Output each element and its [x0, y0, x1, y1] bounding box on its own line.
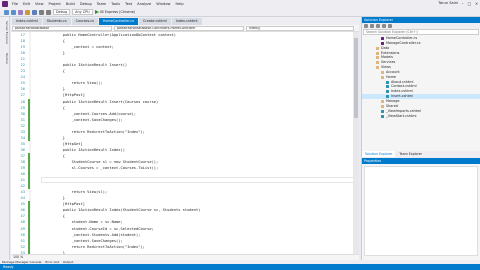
- file-icon: [381, 37, 384, 40]
- back-icon[interactable]: [4, 9, 9, 15]
- menu-project[interactable]: Project: [49, 2, 61, 6]
- toolbox-tab[interactable]: Toolbox: [1, 53, 9, 64]
- change-marker: [28, 98, 30, 141]
- maximize-icon[interactable]: □: [467, 1, 472, 6]
- folder-icon: [376, 66, 379, 70]
- file-icon: [381, 109, 384, 113]
- menu-team[interactable]: Team: [97, 2, 107, 6]
- project-dropdown[interactable]: portalrakholdatabase: [12, 25, 112, 31]
- minimize-icon[interactable]: –: [460, 1, 465, 6]
- menu-build[interactable]: Build: [66, 2, 75, 6]
- change-marker: [28, 201, 30, 256]
- tab-index-cshtml-2[interactable]: Index.cshtml: [171, 18, 202, 25]
- solution-tree: HomeController.cs ManageController.cs Data…: [362, 36, 480, 118]
- sync-icon[interactable]: [370, 24, 374, 28]
- file-icon: [386, 90, 389, 94]
- file-icon: [386, 95, 389, 99]
- code-editor: Index.cshtml Students.cs Courses.cs Home…: [11, 17, 359, 261]
- signed-in-user[interactable]: Tarun Saini: [438, 1, 458, 5]
- menu-help[interactable]: Help: [175, 2, 183, 6]
- properties-panel: Properties: [361, 158, 480, 260]
- refresh-icon[interactable]: [376, 24, 380, 28]
- run-label: IIS Express (Chrome): [99, 10, 136, 14]
- solution-explorer-tabs: Solution Explorer Team Explorer: [362, 151, 480, 157]
- window-controls: – □ ×: [460, 1, 479, 6]
- change-marker: [28, 153, 30, 190]
- left-tool-strip: Server Explorer Toolbox: [0, 17, 10, 260]
- folder-icon: [376, 46, 379, 50]
- menu-file[interactable]: File: [12, 2, 18, 6]
- run-button[interactable]: IIS Express (Chrome): [94, 10, 136, 14]
- tab-team-explorer[interactable]: Team Explorer: [396, 151, 425, 157]
- file-icon: [381, 41, 384, 45]
- type-dropdown[interactable]: portalrakholdatabase.Controllers.HomeCon…: [114, 25, 244, 31]
- navigation-bar: portalrakholdatabase portalrakholdatabas…: [11, 25, 359, 32]
- collapse-all-icon[interactable]: [382, 24, 386, 28]
- folder-icon: [381, 75, 384, 79]
- folder-icon: [381, 99, 384, 103]
- code-area[interactable]: 17 public HomeController(ApplicationDbCo…: [11, 32, 359, 261]
- solution-explorer: Solution Explorer Search Solution Explor…: [361, 17, 480, 157]
- tab-solution-explorer[interactable]: Solution Explorer: [362, 151, 396, 157]
- menu-test[interactable]: Test: [125, 2, 132, 6]
- menu-tools[interactable]: Tools: [111, 2, 120, 6]
- vertical-scrollbar[interactable]: [353, 32, 359, 254]
- status-bar: Ready: [0, 264, 480, 270]
- member-dropdown[interactable]: Index(): [246, 25, 354, 31]
- play-icon: [94, 10, 99, 14]
- folder-icon: [376, 51, 379, 55]
- menu-bar: File Edit View Project Build Debug Team …: [0, 0, 480, 8]
- file-icon: [386, 85, 389, 89]
- menu-window[interactable]: Window: [156, 2, 170, 6]
- file-icon: [386, 80, 389, 84]
- toolbar: Debug Any CPU IIS Express (Chrome): [0, 8, 480, 17]
- menu-debug[interactable]: Debug: [80, 2, 92, 6]
- menu-analyze[interactable]: Analyze: [137, 2, 151, 6]
- current-line-highlight: [41, 177, 359, 184]
- properties-title: Properties: [362, 158, 480, 164]
- undo-icon[interactable]: [39, 9, 44, 15]
- save-icon[interactable]: [32, 9, 37, 15]
- tree-item-label: _ViewStart.cshtml: [386, 113, 417, 118]
- solution-config-dropdown[interactable]: Debug: [53, 9, 71, 15]
- tab-index-cshtml[interactable]: Index.cshtml: [12, 18, 42, 25]
- menu-view[interactable]: View: [35, 2, 44, 6]
- menu-edit[interactable]: Edit: [23, 2, 30, 6]
- folder-icon: [381, 104, 384, 108]
- home-icon[interactable]: [364, 24, 368, 28]
- solution-search-input[interactable]: Search Solution Explorer (Ctrl+;): [363, 29, 479, 35]
- document-tabs: Index.cshtml Students.cs Courses.cs Home…: [11, 17, 359, 25]
- tab-students-cs[interactable]: Students.cs: [42, 18, 71, 25]
- tab-courses-cs[interactable]: Courses.cs: [71, 18, 98, 25]
- visual-studio-logo-icon: [2, 1, 8, 7]
- tree-item[interactable]: _ViewStart.cshtml: [362, 114, 480, 119]
- new-project-icon[interactable]: [18, 9, 23, 15]
- forward-icon[interactable]: [11, 9, 16, 15]
- close-icon[interactable]: ×: [474, 1, 479, 6]
- scrollbar-thumb[interactable]: [354, 38, 358, 118]
- folder-icon: [381, 70, 384, 74]
- tab-create-cshtml[interactable]: Create.cshtml: [139, 18, 171, 25]
- open-file-icon[interactable]: [25, 9, 30, 15]
- server-explorer-tab[interactable]: Server Explorer: [1, 21, 9, 44]
- properties-icon[interactable]: [388, 24, 392, 28]
- redo-icon[interactable]: [46, 9, 51, 15]
- file-icon: [381, 114, 384, 118]
- properties-grid: [364, 166, 478, 256]
- folder-icon: [376, 61, 379, 65]
- tab-homecontroller-cs[interactable]: HomeController.cs: [98, 18, 139, 25]
- platform-dropdown[interactable]: Any CPU: [72, 9, 93, 15]
- folder-icon: [376, 56, 379, 60]
